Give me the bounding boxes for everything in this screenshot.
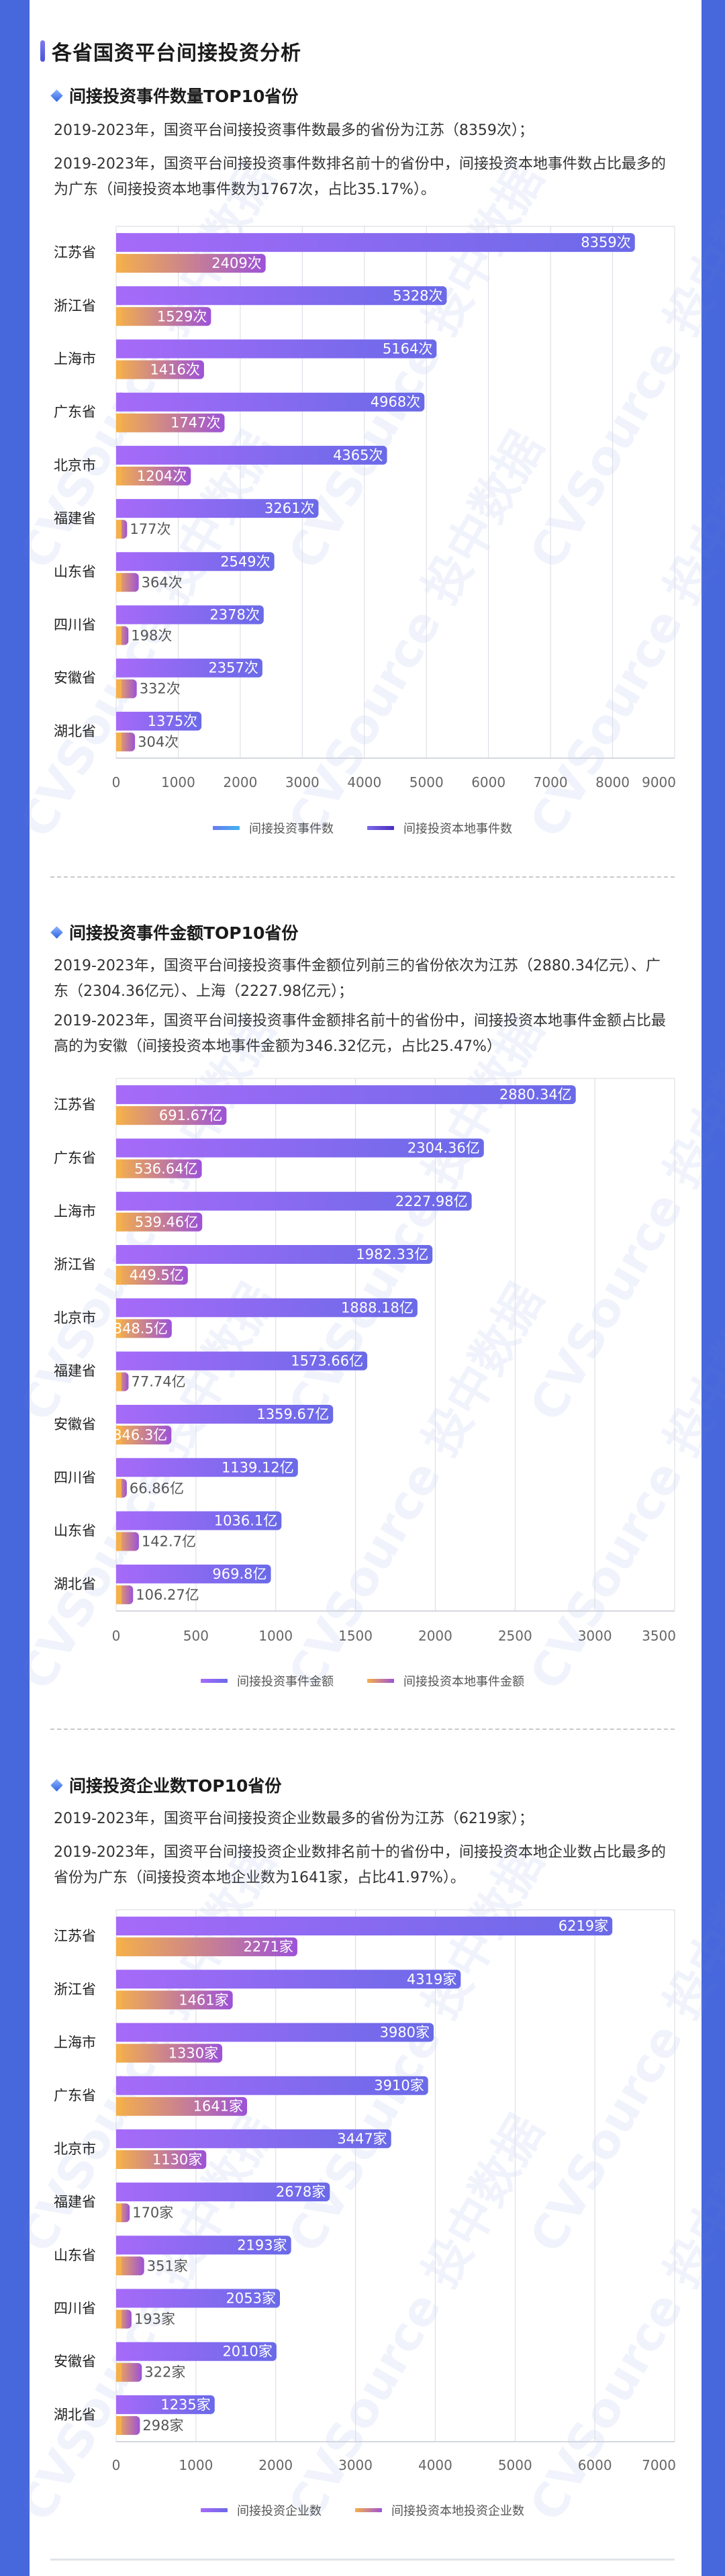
bar-total xyxy=(116,1917,613,1936)
category-label: 北京市 xyxy=(54,2141,96,2157)
bar-left-cap xyxy=(116,2256,122,2276)
watermark-text: CVSource 投中数据 xyxy=(519,1837,725,2261)
bar-value-label: 4319家 xyxy=(407,1971,456,1987)
x-tick-label: 1000 xyxy=(179,2457,213,2473)
legend-item[interactable]: 间接投资企业数 xyxy=(201,2501,322,2519)
x-tick-label: 3000 xyxy=(338,2457,373,2473)
bar-value-label: 3910家 xyxy=(374,2078,424,2094)
legend-label: 间接投资本地投资企业数 xyxy=(391,2504,524,2518)
x-tick-label: 6000 xyxy=(578,2457,612,2473)
chart-legend: 间接投资企业数 间接投资本地投资企业数 xyxy=(0,2501,725,2519)
bar-left-cap xyxy=(116,2182,122,2202)
bar-value-label: 170家 xyxy=(132,2205,173,2221)
bar-left-cap xyxy=(116,2416,122,2435)
category-label: 湖北省 xyxy=(54,2407,96,2423)
bar-value-label: 3980家 xyxy=(380,2025,430,2041)
bar-value-label: 1461家 xyxy=(179,1992,228,2008)
bar-value-label: 193家 xyxy=(134,2311,175,2328)
bar-value-label: 2010家 xyxy=(222,2344,272,2360)
x-tick-label: 2000 xyxy=(258,2457,293,2473)
x-tick-label: 4000 xyxy=(418,2457,452,2473)
bar-value-label: 1330家 xyxy=(168,2045,218,2062)
category-label: 福建省 xyxy=(54,2194,96,2210)
bar-value-label: 1641家 xyxy=(193,2099,243,2115)
bar-value-label: 1130家 xyxy=(152,2152,202,2168)
watermark-text: CVSource 投中数据 xyxy=(519,2106,725,2530)
bar-left-cap xyxy=(116,2023,122,2042)
legend-swatch-icon xyxy=(201,2508,228,2512)
category-label: 江苏省 xyxy=(54,1928,96,1944)
bottom-divider xyxy=(50,2559,675,2561)
bar-value-label: 2053家 xyxy=(226,2291,276,2307)
bar-value-label: 6219家 xyxy=(559,1918,608,1934)
bar-left-cap xyxy=(116,2129,122,2148)
bar-left-cap xyxy=(116,1970,122,1989)
category-label: 上海市 xyxy=(54,2035,96,2051)
legend-swatch-icon xyxy=(355,2508,382,2512)
category-label: 安徽省 xyxy=(54,2354,96,2370)
bar-left-cap xyxy=(116,2076,122,2095)
x-tick-label: 7000 xyxy=(642,2457,676,2473)
bar-left-cap xyxy=(116,2203,122,2223)
bar-value-label: 2678家 xyxy=(276,2184,326,2200)
bar-left-cap xyxy=(116,2043,122,2063)
bar-left-cap xyxy=(116,2342,122,2361)
category-label: 四川省 xyxy=(54,2301,96,2317)
category-label: 山东省 xyxy=(54,2247,96,2263)
chart-svg: CVSource 投中数据CVSource 投中数据CVSource 投中数据C… xyxy=(9,1837,725,2530)
bar-left-cap xyxy=(116,2236,122,2255)
bar-value-label: 3447家 xyxy=(337,2131,387,2147)
bar-value-label: 2271家 xyxy=(243,1939,293,1955)
bar-left-cap xyxy=(116,2395,122,2414)
bar-value-label: 322家 xyxy=(144,2364,185,2381)
bar-left-cap xyxy=(116,2097,122,2116)
legend-label: 间接投资企业数 xyxy=(237,2504,322,2518)
category-label: 浙江省 xyxy=(54,1981,96,1997)
bar-value-label: 2193家 xyxy=(237,2237,287,2253)
bar-value-label: 1235家 xyxy=(160,2397,210,2413)
bar-left-cap xyxy=(116,2309,122,2329)
x-tick-label: 0 xyxy=(112,2457,121,2473)
bar-value-label: 351家 xyxy=(147,2258,188,2274)
category-label: 广东省 xyxy=(54,2088,96,2104)
bar-left-cap xyxy=(116,2362,122,2382)
legend-item[interactable]: 间接投资本地投资企业数 xyxy=(355,2501,524,2519)
bar-value-label: 298家 xyxy=(142,2418,183,2434)
x-tick-label: 5000 xyxy=(498,2457,532,2473)
bar-left-cap xyxy=(116,2289,122,2308)
bar-left-cap xyxy=(116,1917,122,1936)
bar-left-cap xyxy=(116,2150,122,2169)
bar-left-cap xyxy=(116,1937,122,1957)
bar-left-cap xyxy=(116,1990,122,2010)
